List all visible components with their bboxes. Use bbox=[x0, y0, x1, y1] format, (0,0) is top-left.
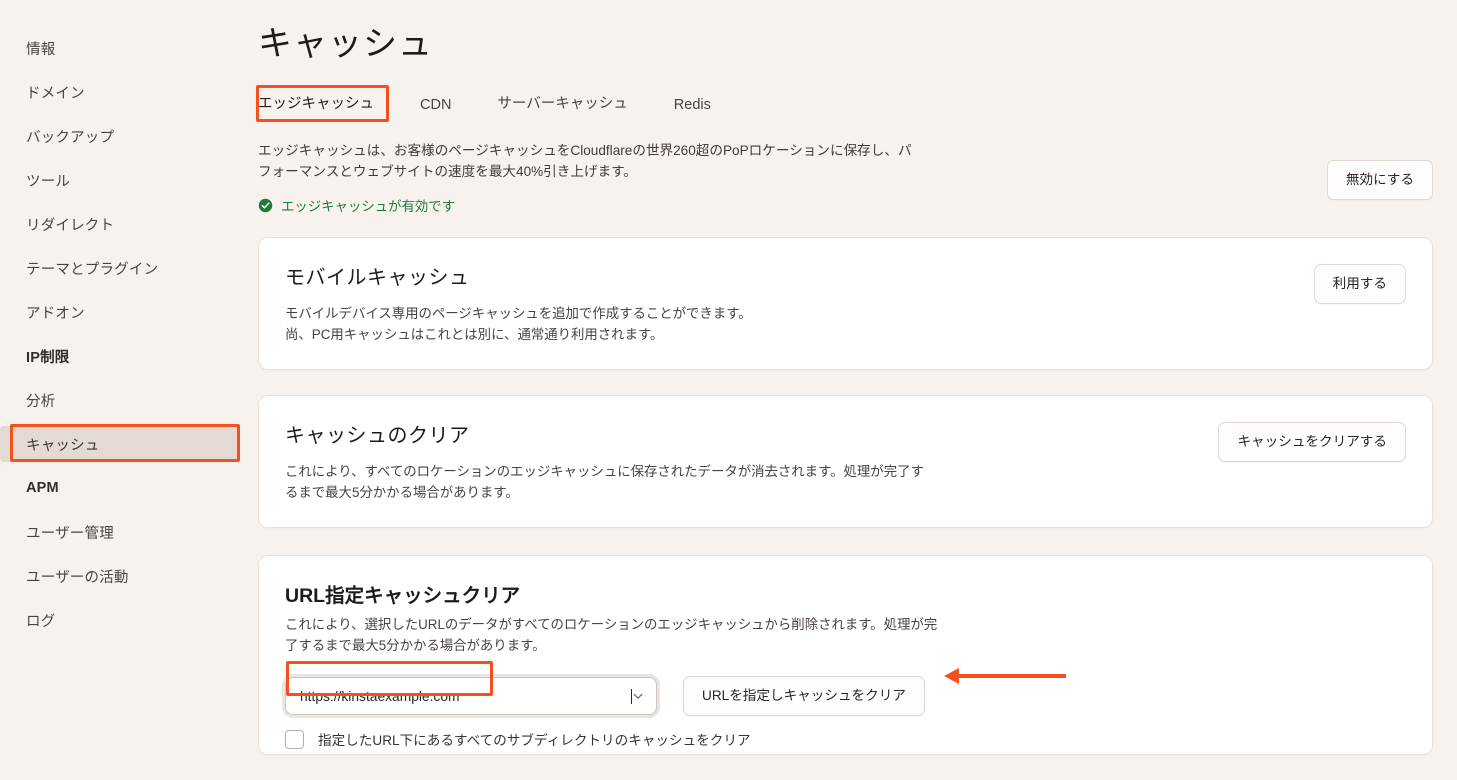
chevron-down-icon bbox=[632, 690, 644, 702]
sidebar-item-label: リダイレクト bbox=[26, 217, 115, 234]
url-cache-clear-title: URL指定キャッシュクリア bbox=[285, 585, 521, 607]
subdirectory-checkbox-label: 指定したURL下にあるすべてのサブディレクトリのキャッシュをクリア bbox=[318, 733, 751, 748]
clear-cache-card: キャッシュのクリア これにより、すべてのロケーションのエッジキャッシュに保存され… bbox=[258, 395, 1433, 528]
sidebar-item-apm[interactable]: APM bbox=[0, 470, 238, 506]
sidebar-item-label: 分析 bbox=[26, 393, 56, 410]
sidebar-item-redirects[interactable]: リダイレクト bbox=[0, 206, 238, 242]
tab-redis[interactable]: Redis bbox=[674, 93, 711, 122]
tab-bar: エッジキャッシュ CDN サーバーキャッシュ Redis bbox=[258, 86, 1433, 122]
tab-edge-cache[interactable]: エッジキャッシュ bbox=[258, 88, 374, 122]
sidebar-item-label: IP制限 bbox=[26, 349, 70, 366]
tab-server-cache[interactable]: サーバーキャッシュ bbox=[497, 88, 627, 122]
page-title: キャッシュ bbox=[258, 25, 433, 63]
sidebar-item-themes-plugins[interactable]: テーマとプラグイン bbox=[0, 250, 238, 286]
clear-cache-card-inner: キャッシュのクリア これにより、すべてのロケーションのエッジキャッシュに保存され… bbox=[259, 396, 1432, 527]
tab-label: CDN bbox=[420, 97, 452, 113]
url-cache-clear-description: これにより、選択したURLのデータがすべてのロケーションのエッジキャッシュから削… bbox=[285, 617, 938, 653]
main-content: キャッシュ エッジキャッシュ CDN サーバーキャッシュ Redis エッジキャ… bbox=[250, 0, 1457, 780]
sidebar-item-label: ログ bbox=[26, 613, 56, 630]
sidebar-item-user-activity[interactable]: ユーザーの活動 bbox=[0, 558, 238, 594]
edge-cache-text-block: エッジキャッシュは、お客様のページキャッシュをCloudflareの世界260超… bbox=[258, 140, 913, 215]
edge-cache-description: エッジキャッシュは、お客様のページキャッシュをCloudflareの世界260超… bbox=[258, 143, 912, 179]
clear-cache-button[interactable]: キャッシュをクリアする bbox=[1218, 422, 1406, 462]
sidebar-item-ip-restriction[interactable]: IP制限 bbox=[0, 338, 238, 374]
sidebar-item-user-management[interactable]: ユーザー管理 bbox=[0, 514, 238, 550]
sidebar-item-label: ドメイン bbox=[26, 85, 85, 102]
subdirectory-checkbox-row: 指定したURL下にあるすべてのサブディレクトリのキャッシュをクリア bbox=[285, 729, 1406, 749]
mobile-cache-title: モバイルキャッシュ bbox=[285, 267, 470, 289]
sidebar-item-label: APM bbox=[26, 480, 59, 496]
disable-edge-cache-button[interactable]: 無効にする bbox=[1326, 160, 1433, 200]
url-select-wrapper: https://kinstaexample.com bbox=[285, 677, 657, 715]
tab-label: Redis bbox=[673, 97, 711, 113]
sidebar-item-label: 情報 bbox=[26, 41, 56, 58]
tab-cdn[interactable]: CDN bbox=[420, 93, 451, 122]
sidebar-item-analytics[interactable]: 分析 bbox=[0, 382, 238, 418]
sidebar-item-addons[interactable]: アドオン bbox=[0, 294, 238, 330]
tab-label: サーバーキャッシュ bbox=[497, 96, 628, 112]
url-select-value: https://kinstaexample.com bbox=[300, 688, 460, 704]
sidebar-item-tools[interactable]: ツール bbox=[0, 162, 238, 198]
tab-label: エッジキャッシュ bbox=[258, 96, 374, 112]
sidebar-item-label: ユーザーの活動 bbox=[26, 569, 129, 586]
sidebar-item-label: キャッシュ bbox=[26, 437, 100, 454]
url-select[interactable]: https://kinstaexample.com bbox=[285, 677, 657, 715]
clear-cache-description: これにより、すべてのロケーションのエッジキャッシュに保存されたデータが消去されま… bbox=[285, 464, 924, 500]
sidebar-item-domain[interactable]: ドメイン bbox=[0, 74, 238, 110]
sidebar-item-backup[interactable]: バックアップ bbox=[0, 118, 238, 154]
sidebar-item-label: バックアップ bbox=[26, 129, 115, 146]
status-badge-label: エッジキャッシュが有効です bbox=[281, 199, 456, 214]
status-badge: エッジキャッシュが有効です bbox=[258, 195, 913, 215]
mobile-cache-description: モバイルデバイス専用のページキャッシュを追加で作成することができます。 尚、PC… bbox=[285, 306, 752, 342]
sidebar-item-cache[interactable]: キャッシュ bbox=[0, 426, 238, 462]
subdirectory-checkbox[interactable] bbox=[285, 729, 304, 749]
mobile-cache-card-inner: モバイルキャッシュ モバイルデバイス専用のページキャッシュを追加で作成することが… bbox=[259, 238, 1432, 369]
clear-cache-by-url-button[interactable]: URLを指定しキャッシュをクリア bbox=[683, 676, 925, 716]
sidebar-item-label: ユーザー管理 bbox=[26, 525, 114, 542]
mobile-cache-card: モバイルキャッシュ モバイルデバイス専用のページキャッシュを追加で作成することが… bbox=[258, 237, 1433, 370]
sidebar-item-label: テーマとプラグイン bbox=[26, 261, 159, 278]
url-cache-clear-controls: https://kinstaexample.com URLを指定しキャッシュをク… bbox=[285, 676, 1406, 716]
sidebar-item-info[interactable]: 情報 bbox=[0, 30, 238, 66]
sidebar: 情報 ドメイン バックアップ ツール リダイレクト テーマとプラグイン アドオン… bbox=[0, 0, 250, 780]
check-circle-icon bbox=[258, 198, 273, 213]
app-root: 情報 ドメイン バックアップ ツール リダイレクト テーマとプラグイン アドオン… bbox=[0, 0, 1457, 780]
sidebar-item-label: ツール bbox=[26, 173, 71, 190]
enable-mobile-cache-button[interactable]: 利用する bbox=[1313, 264, 1406, 304]
sidebar-nav-list: 情報 ドメイン バックアップ ツール リダイレクト テーマとプラグイン アドオン… bbox=[0, 30, 250, 638]
url-cache-clear-card: URL指定キャッシュクリア これにより、選択したURLのデータがすべてのロケーシ… bbox=[258, 555, 1433, 755]
sidebar-item-label: アドオン bbox=[26, 305, 85, 322]
edge-cache-summary: エッジキャッシュは、お客様のページキャッシュをCloudflareの世界260超… bbox=[258, 140, 1433, 215]
url-cache-clear-card-inner: URL指定キャッシュクリア これにより、選択したURLのデータがすべてのロケーシ… bbox=[259, 556, 1432, 754]
sidebar-item-logs[interactable]: ログ bbox=[0, 602, 238, 638]
